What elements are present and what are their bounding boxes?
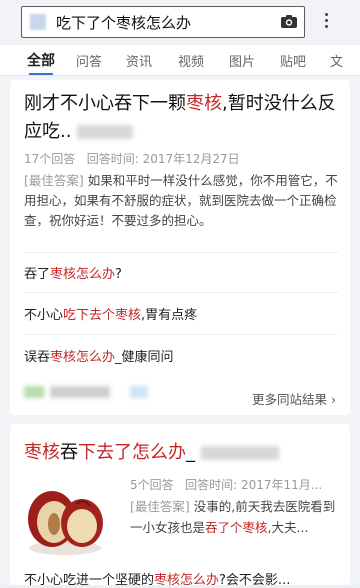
- jujube-thumbnail[interactable]: [24, 474, 106, 558]
- title-text[interactable]: 刚才不小心吞下一颗: [24, 93, 186, 114]
- tabs-divider: [0, 75, 360, 76]
- related-text: ,胃有点疼: [141, 308, 198, 323]
- tab-news[interactable]: 资讯: [126, 51, 152, 70]
- more-site-results-link[interactable]: 更多同站结果 ›: [252, 389, 336, 408]
- best-answer-text-end: ,大夫...: [267, 520, 309, 535]
- related-text: ?: [115, 267, 122, 282]
- related-question-4[interactable]: 不小心吃进一个坚硬的枣核怎么办?会不会影...: [24, 569, 290, 588]
- related-question-3[interactable]: 误吞枣核怎么办_健康同问: [24, 346, 174, 365]
- best-answer-2: [最佳答案] 没事的,前天我去医院看到一小女孩也是吞了个枣核,大夫...: [130, 496, 340, 538]
- related-highlight: 枣核怎么办: [50, 267, 116, 282]
- result-meta-1: 17个回答 回答时间: 2017年12月27日: [24, 150, 240, 167]
- tab-qa[interactable]: 问答: [76, 51, 102, 70]
- tab-video[interactable]: 视频: [178, 51, 204, 70]
- best-answer-1: [最佳答案] 如果和平时一样没什么感觉，你不用管它，不用担心，如果有不舒服的症状…: [24, 171, 342, 231]
- divider: [24, 334, 338, 335]
- best-answer-tag: [最佳答案]: [130, 499, 190, 514]
- site-logo-icon: [24, 386, 44, 398]
- related-text: 吞了: [24, 267, 51, 282]
- chevron-right-icon: ›: [331, 392, 336, 407]
- tab-wenku[interactable]: 文: [330, 51, 343, 70]
- title-text-end[interactable]: _: [186, 442, 195, 463]
- search-query[interactable]: 吃下了个枣核怎么办: [56, 12, 191, 33]
- related-text: 不小心吃进一个坚硬的: [24, 573, 155, 588]
- answer-time: 回答时间: 2017年11月...: [185, 478, 323, 492]
- divider: [24, 252, 338, 253]
- tab-all[interactable]: 全部: [27, 50, 55, 70]
- related-highlight: 枣核怎么办: [50, 350, 116, 365]
- search-bar[interactable]: 吃下了个枣核怎么办: [21, 6, 305, 38]
- tab-bar: 全部 问答 资讯 视频 图片 贴吧 文: [0, 45, 360, 75]
- title-text[interactable]: 吞: [60, 442, 78, 463]
- related-highlight: 枣核怎么办: [154, 573, 220, 588]
- related-question-1[interactable]: 吞了枣核怎么办?: [24, 263, 122, 282]
- divider: [24, 292, 338, 293]
- result-title-2[interactable]: 枣核吞下去了怎么办_: [24, 438, 279, 464]
- more-label[interactable]: 更多同站结果: [252, 392, 327, 407]
- related-text: _健康同问: [115, 350, 174, 365]
- related-text: ?会不会影...: [219, 573, 291, 588]
- search-logo-icon: [30, 14, 46, 30]
- camera-icon[interactable]: [280, 14, 298, 29]
- answer-time: 回答时间: 2017年12月27日: [86, 152, 240, 166]
- site-badge-icon: [130, 386, 148, 398]
- result-card-2: 枣核吞下去了怎么办_ 5个回答 回答时间: 2017年11月... [最佳答案]…: [10, 424, 350, 588]
- title-highlight[interactable]: 枣核: [186, 93, 222, 114]
- blurred-text: [200, 446, 279, 460]
- result-card-1: 刚才不小心吞下一颗枣核,暂时没什么反应吃.. 17个回答 回答时间: 2017年…: [10, 80, 350, 415]
- answers-count: 17个回答: [24, 152, 76, 166]
- result-title-1[interactable]: 刚才不小心吞下一颗枣核,暂时没什么反应吃..: [24, 90, 346, 146]
- related-highlight: 吃下去个枣核: [63, 308, 142, 323]
- title-highlight[interactable]: 枣核: [24, 442, 60, 463]
- site-name-blurred: [50, 386, 110, 398]
- related-question-2[interactable]: 不小心吃下去个枣核,胃有点疼: [24, 304, 197, 323]
- answers-count: 5个回答: [130, 478, 174, 492]
- related-text: 误吞: [24, 350, 51, 365]
- best-answer-tag: [最佳答案]: [24, 173, 84, 188]
- blurred-text: [77, 125, 134, 139]
- more-menu-icon[interactable]: [318, 10, 334, 34]
- screen: 吃下了个枣核怎么办 全部 问答 资讯 视频 图片 贴吧 文 刚才不小心吞下一颗枣…: [0, 0, 360, 588]
- tab-images[interactable]: 图片: [229, 51, 255, 70]
- best-answer-highlight: 吞了个枣核: [205, 520, 268, 535]
- related-text: 不小心: [24, 308, 64, 323]
- result-meta-2: 5个回答 回答时间: 2017年11月...: [130, 476, 322, 493]
- tab-tieba[interactable]: 贴吧: [280, 51, 306, 70]
- title-highlight[interactable]: 下去了怎么办: [78, 442, 186, 463]
